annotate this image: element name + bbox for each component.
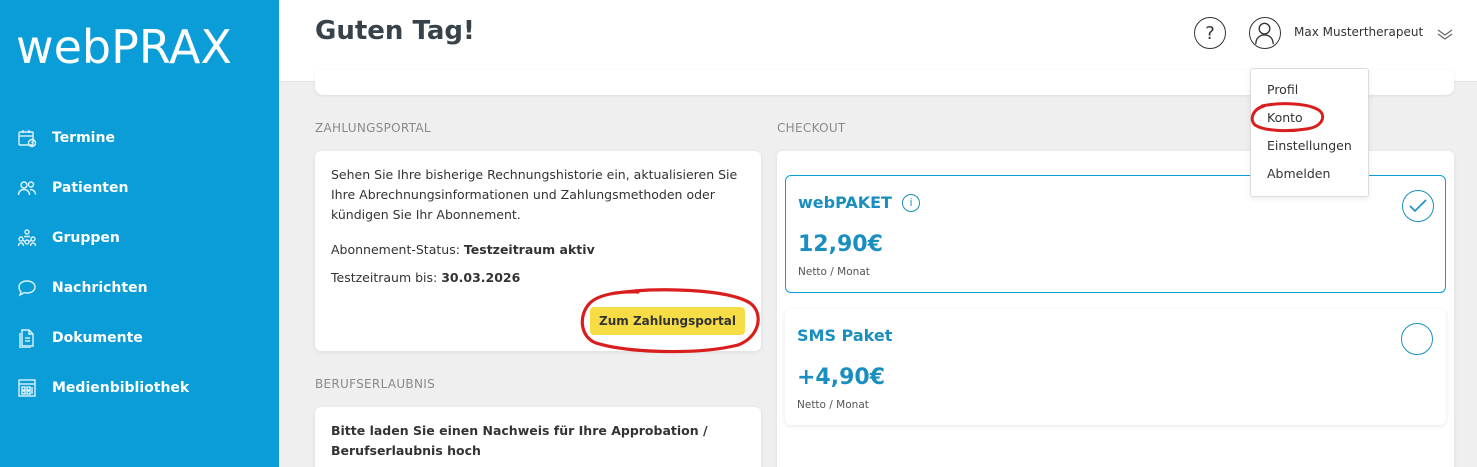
sidebar-item-dokumente[interactable]: Dokumente (16, 326, 143, 350)
sidebar-item-patienten[interactable]: Patienten (16, 176, 128, 200)
zahlungsportal-description: Sehen Sie Ihre bisherige Rechnungshistor… (331, 167, 738, 222)
status-label: Abonnement-Status: (331, 242, 460, 257)
section-title-berufserlaubnis: BERUFSERLAUBNIS (315, 377, 435, 391)
package-select-radio[interactable] (1401, 323, 1433, 355)
sidebar-item-label: Termine (52, 130, 115, 146)
checkmark-icon (1409, 199, 1427, 213)
info-icon[interactable]: i (901, 193, 920, 212)
berufserlaubnis-text: Bitte laden Sie einen Nachweis für Ihre … (331, 423, 708, 458)
package-price: 12,90€ (798, 232, 883, 257)
checkout-card: webPAKET i 12,90€ Netto / Monat SMS Pake… (777, 151, 1454, 467)
package-name: SMS Paket (797, 326, 893, 345)
app-logo[interactable]: webPRAX (16, 20, 232, 74)
chat-bubble-icon (16, 277, 38, 299)
sidebar-item-medienbibliothek[interactable]: Medienbibliothek (16, 376, 189, 400)
menu-item-konto[interactable]: Konto (1267, 110, 1303, 125)
user-name[interactable]: Max Mustertherapeut (1294, 25, 1423, 39)
trial-until-value: 30.03.2026 (441, 270, 521, 285)
user-menu-dropdown: Profil Konto Einstellungen Abmelden (1250, 68, 1369, 197)
trial-until-label: Testzeitraum bis: (331, 270, 438, 285)
calendar-icon (16, 127, 38, 149)
sidebar-item-label: Medienbibliothek (52, 380, 190, 396)
section-title-checkout: CHECKOUT (777, 121, 846, 135)
section-title-zahlungsportal: ZAHLUNGSPORTAL (315, 121, 431, 135)
sidebar-item-nachrichten[interactable]: Nachrichten (16, 276, 148, 300)
sidebar: webPRAX Termine Patienten Gruppen Nachri… (0, 0, 279, 467)
menu-item-profil[interactable]: Profil (1267, 82, 1298, 97)
sidebar-item-label: Dokumente (52, 330, 143, 346)
user-icon (1255, 22, 1274, 45)
people-icon (16, 177, 38, 199)
media-library-icon (16, 377, 38, 399)
package-unit: Netto / Monat (798, 266, 870, 278)
zahlungsportal-card: Sehen Sie Ihre bisherige Rechnungshistor… (315, 151, 761, 351)
subscription-status: Abonnement-Status: Testzeitraum aktiv (331, 242, 595, 257)
page-title: Guten Tag! (315, 16, 475, 46)
help-button[interactable]: ? (1194, 17, 1226, 49)
sidebar-item-label: Gruppen (52, 230, 120, 246)
package-unit: Netto / Monat (797, 399, 869, 411)
package-name-text: webPAKET (798, 193, 892, 212)
berufserlaubnis-card: Bitte laden Sie einen Nachweis für Ihre … (315, 407, 761, 467)
document-icon (16, 327, 38, 349)
trial-until: Testzeitraum bis: 30.03.2026 (331, 270, 520, 285)
package-sms[interactable]: SMS Paket +4,90€ Netto / Monat (785, 309, 1446, 425)
sidebar-item-termine[interactable]: Termine (16, 126, 115, 150)
package-price: +4,90€ (797, 365, 886, 390)
chevron-down-icon[interactable] (1437, 28, 1453, 40)
sidebar-item-label: Nachrichten (52, 280, 148, 296)
status-value: Testzeitraum aktiv (463, 242, 595, 257)
package-select-radio[interactable] (1402, 190, 1434, 222)
sidebar-item-gruppen[interactable]: Gruppen (16, 226, 120, 250)
question-mark-icon: ? (1205, 22, 1215, 44)
package-name: webPAKET i (798, 193, 920, 212)
menu-item-einstellungen[interactable]: Einstellungen (1267, 138, 1352, 153)
zahlungsportal-button[interactable]: Zum Zahlungsportal (590, 307, 745, 335)
avatar[interactable] (1249, 17, 1281, 49)
group-icon (16, 227, 38, 249)
sidebar-item-label: Patienten (52, 180, 129, 196)
menu-item-abmelden[interactable]: Abmelden (1267, 166, 1330, 181)
